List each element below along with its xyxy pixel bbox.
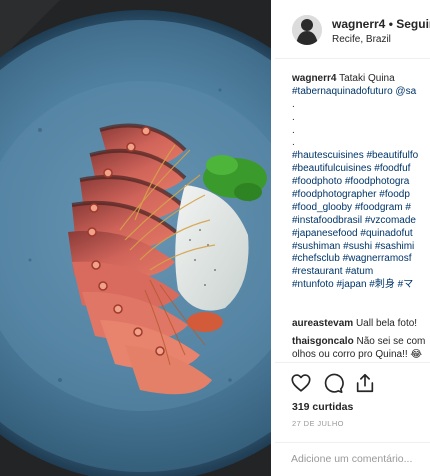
caption-line[interactable]: #food_glooby #foodgram # [292, 202, 430, 215]
caption-line: . [292, 98, 295, 110]
comment-continuation: olhos ou corro pro Quina!! 😂 [292, 349, 423, 360]
caption-line[interactable]: #chefsclub #wagnerramosf [292, 253, 430, 266]
caption-line[interactable]: #beautifulcuisines #foodfuf [292, 163, 430, 176]
caption-line: . [292, 137, 295, 149]
caption-line[interactable]: #hautescuisines #beautifulfo [292, 150, 430, 163]
post-side-panel: wagnerr4 • Seguindo Recife, Brazil wagne… [275, 0, 430, 476]
post-header: wagnerr4 • Seguindo Recife, Brazil [275, 0, 430, 59]
add-comment-input[interactable] [291, 450, 430, 468]
post-photo[interactable] [0, 0, 271, 476]
caption-line[interactable]: #ntunfoto #japan #刺身 #マ [292, 279, 430, 292]
tataki-dish-image [0, 0, 271, 476]
caption-author-link[interactable]: wagnerr4 [292, 73, 336, 84]
comment-user-link[interactable]: aureastevam [292, 318, 353, 329]
header-user-row: wagnerr4 • Seguindo [332, 17, 430, 31]
username-link[interactable]: wagnerr4 [332, 17, 385, 31]
comment-item: aureastevam Uall bela foto! [292, 317, 430, 330]
caption-line[interactable]: #sushiman #sushi #sashimi [292, 241, 430, 254]
post-caption: wagnerr4 Tataki Quina #tabernaquinadofut… [292, 73, 430, 292]
caption-line[interactable]: #restaurant #atum [292, 266, 430, 279]
caption-title-line: wagnerr4 Tataki Quina [292, 73, 430, 86]
post-actions: 319 curtidas 27 DE JULHO [275, 362, 430, 443]
likes-count[interactable]: 319 curtidas [292, 401, 353, 413]
comment-user-link[interactable]: thaisgoncalo [292, 336, 354, 347]
comment-item: thaisgoncalo Não sei se com [292, 335, 430, 348]
caption-title: Tataki Quina [339, 73, 395, 84]
avatar[interactable] [292, 15, 322, 45]
caption-line[interactable]: #foodphotographer #foodp [292, 189, 430, 202]
following-button[interactable]: Seguindo [396, 17, 430, 31]
heart-icon[interactable] [290, 372, 312, 394]
share-icon[interactable] [354, 372, 376, 394]
post-date[interactable]: 27 DE JULHO [292, 419, 344, 428]
caption-line[interactable]: #instafoodbrasil #vzcomade [292, 215, 430, 228]
comment-text: Não sei se com [356, 336, 426, 347]
comment-text: Uall bela foto! [355, 318, 418, 329]
separator-dot: • [388, 17, 393, 31]
caption-line[interactable]: #foodphoto #foodphotogra [292, 176, 430, 189]
caption-line: . [292, 111, 295, 123]
location-link[interactable]: Recife, Brazil [332, 34, 391, 45]
caption-line[interactable]: #japanesefood #quinadofut [292, 228, 430, 241]
caption-line: . [292, 124, 295, 136]
caption-line[interactable]: #tabernaquinadofuturo @sa [292, 86, 430, 99]
comment-icon[interactable] [322, 372, 344, 394]
avatar-person-icon [292, 15, 322, 45]
add-comment-bar [275, 442, 430, 476]
